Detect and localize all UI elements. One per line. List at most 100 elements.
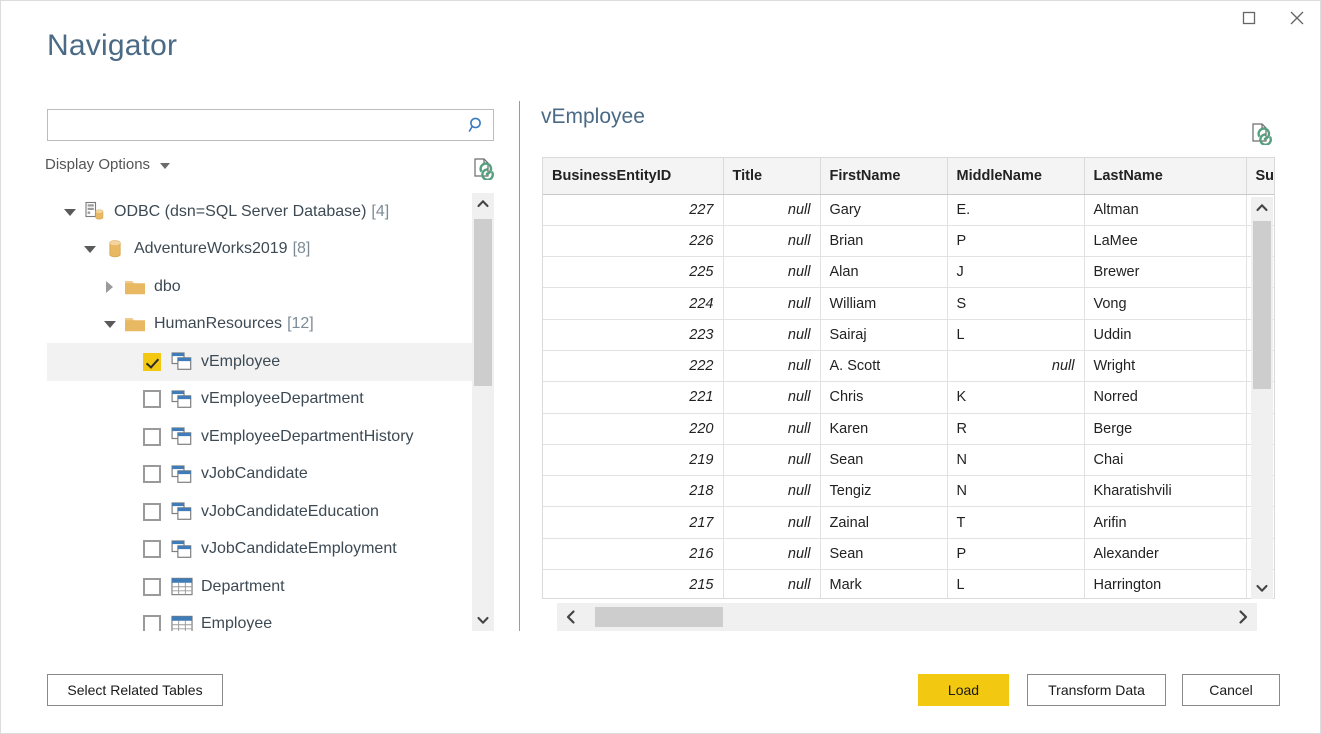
cell-lastname: Norred bbox=[1084, 382, 1246, 413]
table-icon bbox=[171, 577, 193, 597]
grid-horizontal-scrollbar[interactable] bbox=[557, 603, 1257, 631]
column-header-firstname[interactable]: FirstName bbox=[820, 158, 947, 194]
tree-item-vemployeedepartment[interactable]: vEmployeeDepartment bbox=[47, 381, 472, 419]
cell-lastname: Uddin bbox=[1084, 319, 1246, 350]
view-icon bbox=[171, 464, 193, 484]
table-row[interactable]: 223nullSairajLUddin bbox=[543, 319, 1275, 350]
table-row[interactable]: 216nullSeanPAlexander bbox=[543, 538, 1275, 569]
checkbox-department[interactable] bbox=[143, 578, 161, 596]
server-icon bbox=[84, 202, 106, 222]
table-row[interactable]: 215nullMarkLHarrington bbox=[543, 570, 1275, 599]
search-input[interactable] bbox=[48, 110, 461, 140]
column-header-title[interactable]: Title bbox=[723, 158, 820, 194]
tree-item-label: vJobCandidateEducation bbox=[201, 503, 379, 521]
column-header-middlename[interactable]: MiddleName bbox=[947, 158, 1084, 194]
grid-scroll-left-button[interactable] bbox=[557, 603, 585, 631]
table-row[interactable]: 222nullA. ScottnullWright bbox=[543, 350, 1275, 381]
checkbox-vjobcandidate[interactable] bbox=[143, 465, 161, 483]
refresh-preview-icon[interactable] bbox=[1249, 121, 1273, 145]
grid-vertical-scrollbar[interactable] bbox=[1251, 197, 1273, 599]
table-row[interactable]: 217nullZainalTArifin bbox=[543, 507, 1275, 538]
checkbox-vemployee[interactable] bbox=[143, 353, 161, 371]
checkbox-vjobcandidateemployment[interactable] bbox=[143, 540, 161, 558]
cell-middlename: null bbox=[947, 350, 1084, 381]
cancel-button[interactable]: Cancel bbox=[1182, 674, 1280, 706]
tree-item-vjobcandidate[interactable]: vJobCandidate bbox=[47, 456, 472, 494]
column-header-lastname[interactable]: LastName bbox=[1084, 158, 1246, 194]
cell-businessentityid: 215 bbox=[543, 570, 723, 599]
tree-spacer bbox=[123, 467, 137, 481]
tree-scrollbar-thumb[interactable] bbox=[474, 219, 492, 386]
expand-arrow-closed-icon[interactable] bbox=[103, 280, 117, 294]
cell-lastname: LaMee bbox=[1084, 225, 1246, 256]
table-row[interactable]: 225nullAlanJBrewer bbox=[543, 257, 1275, 288]
maximize-button[interactable] bbox=[1227, 5, 1271, 35]
checkbox-vjobcandidateeducation[interactable] bbox=[143, 503, 161, 521]
transform-data-button[interactable]: Transform Data bbox=[1027, 674, 1166, 706]
table-row[interactable]: 218nullTengizNKharatishvili bbox=[543, 476, 1275, 507]
table-row[interactable]: 227nullGaryE.Altman bbox=[543, 194, 1275, 225]
tree-item-dbo[interactable]: dbo bbox=[47, 268, 472, 306]
tree-item-odbc-dsn-sql-server-database[interactable]: ODBC (dsn=SQL Server Database)[4] bbox=[47, 193, 472, 231]
tree-item-vjobcandidateemployment[interactable]: vJobCandidateEmployment bbox=[47, 531, 472, 569]
table-row[interactable]: 219nullSeanNChai bbox=[543, 444, 1275, 475]
tree-item-vemployeedepartmenthistory[interactable]: vEmployeeDepartmentHistory bbox=[47, 418, 472, 456]
cell-title: null bbox=[723, 444, 820, 475]
tree-item-humanresources[interactable]: HumanResources[12] bbox=[47, 306, 472, 344]
column-header-suffix[interactable]: Suffix bbox=[1246, 158, 1275, 194]
grid-hscrollbar-thumb[interactable] bbox=[595, 607, 723, 627]
expand-arrow-open-icon[interactable] bbox=[103, 317, 117, 331]
cell-title: null bbox=[723, 288, 820, 319]
cell-businessentityid: 225 bbox=[543, 257, 723, 288]
tree-item-employee[interactable]: Employee bbox=[47, 606, 472, 632]
cell-firstname: Tengiz bbox=[820, 476, 947, 507]
cell-title: null bbox=[723, 570, 820, 599]
grid-scrollbar-thumb[interactable] bbox=[1253, 221, 1271, 389]
view-icon bbox=[171, 352, 193, 372]
data-preview-grid[interactable]: BusinessEntityIDTitleFirstNameMiddleName… bbox=[542, 157, 1275, 599]
load-button[interactable]: Load bbox=[918, 674, 1009, 706]
tree-item-label: Employee bbox=[201, 615, 272, 631]
table-row[interactable]: 224nullWilliamSVong bbox=[543, 288, 1275, 319]
cell-middlename: N bbox=[947, 476, 1084, 507]
tree-scroll-up-button[interactable] bbox=[472, 193, 494, 215]
tree-spacer bbox=[123, 355, 137, 369]
expand-arrow-open-icon[interactable] bbox=[83, 242, 97, 256]
cell-businessentityid: 218 bbox=[543, 476, 723, 507]
table-row[interactable]: 220nullKarenRBerge bbox=[543, 413, 1275, 444]
checkbox-employee[interactable] bbox=[143, 615, 161, 631]
refresh-preview-icon-tree[interactable] bbox=[471, 156, 495, 180]
display-options-dropdown[interactable]: Display Options bbox=[45, 156, 170, 173]
tree-item-label: HumanResources bbox=[154, 315, 282, 333]
search-icon[interactable] bbox=[461, 110, 493, 140]
grid-scroll-down-button[interactable] bbox=[1251, 577, 1273, 599]
tree-scroll-down-button[interactable] bbox=[472, 609, 494, 631]
cell-title: null bbox=[723, 350, 820, 381]
object-tree[interactable]: ODBC (dsn=SQL Server Database)[4]Adventu… bbox=[47, 193, 494, 631]
close-button[interactable] bbox=[1275, 5, 1319, 35]
tree-item-label: vEmployeeDepartment bbox=[201, 390, 364, 408]
view-icon bbox=[171, 389, 193, 409]
expand-arrow-open-icon[interactable] bbox=[63, 205, 77, 219]
tree-vertical-scrollbar[interactable] bbox=[472, 193, 494, 631]
view-icon bbox=[171, 539, 193, 559]
table-row[interactable]: 221nullChrisKNorred bbox=[543, 382, 1275, 413]
search-box[interactable] bbox=[47, 109, 494, 141]
cell-lastname: Chai bbox=[1084, 444, 1246, 475]
tree-item-vjobcandidateeducation[interactable]: vJobCandidateEducation bbox=[47, 493, 472, 531]
cell-middlename: N bbox=[947, 444, 1084, 475]
table-row[interactable]: 226nullBrianPLaMee bbox=[543, 225, 1275, 256]
tree-item-department[interactable]: Department bbox=[47, 568, 472, 606]
tree-item-adventureworks2019[interactable]: AdventureWorks2019[8] bbox=[47, 231, 472, 269]
cell-lastname: Altman bbox=[1084, 194, 1246, 225]
grid-scroll-right-button[interactable] bbox=[1229, 603, 1257, 631]
select-related-tables-button[interactable]: Select Related Tables bbox=[47, 674, 223, 706]
checkbox-vemployeedepartmenthistory[interactable] bbox=[143, 428, 161, 446]
tree-item-label: vJobCandidate bbox=[201, 465, 308, 483]
cell-middlename: R bbox=[947, 413, 1084, 444]
checkbox-vemployeedepartment[interactable] bbox=[143, 390, 161, 408]
grid-scroll-up-button[interactable] bbox=[1251, 197, 1273, 219]
cell-title: null bbox=[723, 382, 820, 413]
column-header-businessentityid[interactable]: BusinessEntityID bbox=[543, 158, 723, 194]
tree-item-vemployee[interactable]: vEmployee bbox=[47, 343, 472, 381]
